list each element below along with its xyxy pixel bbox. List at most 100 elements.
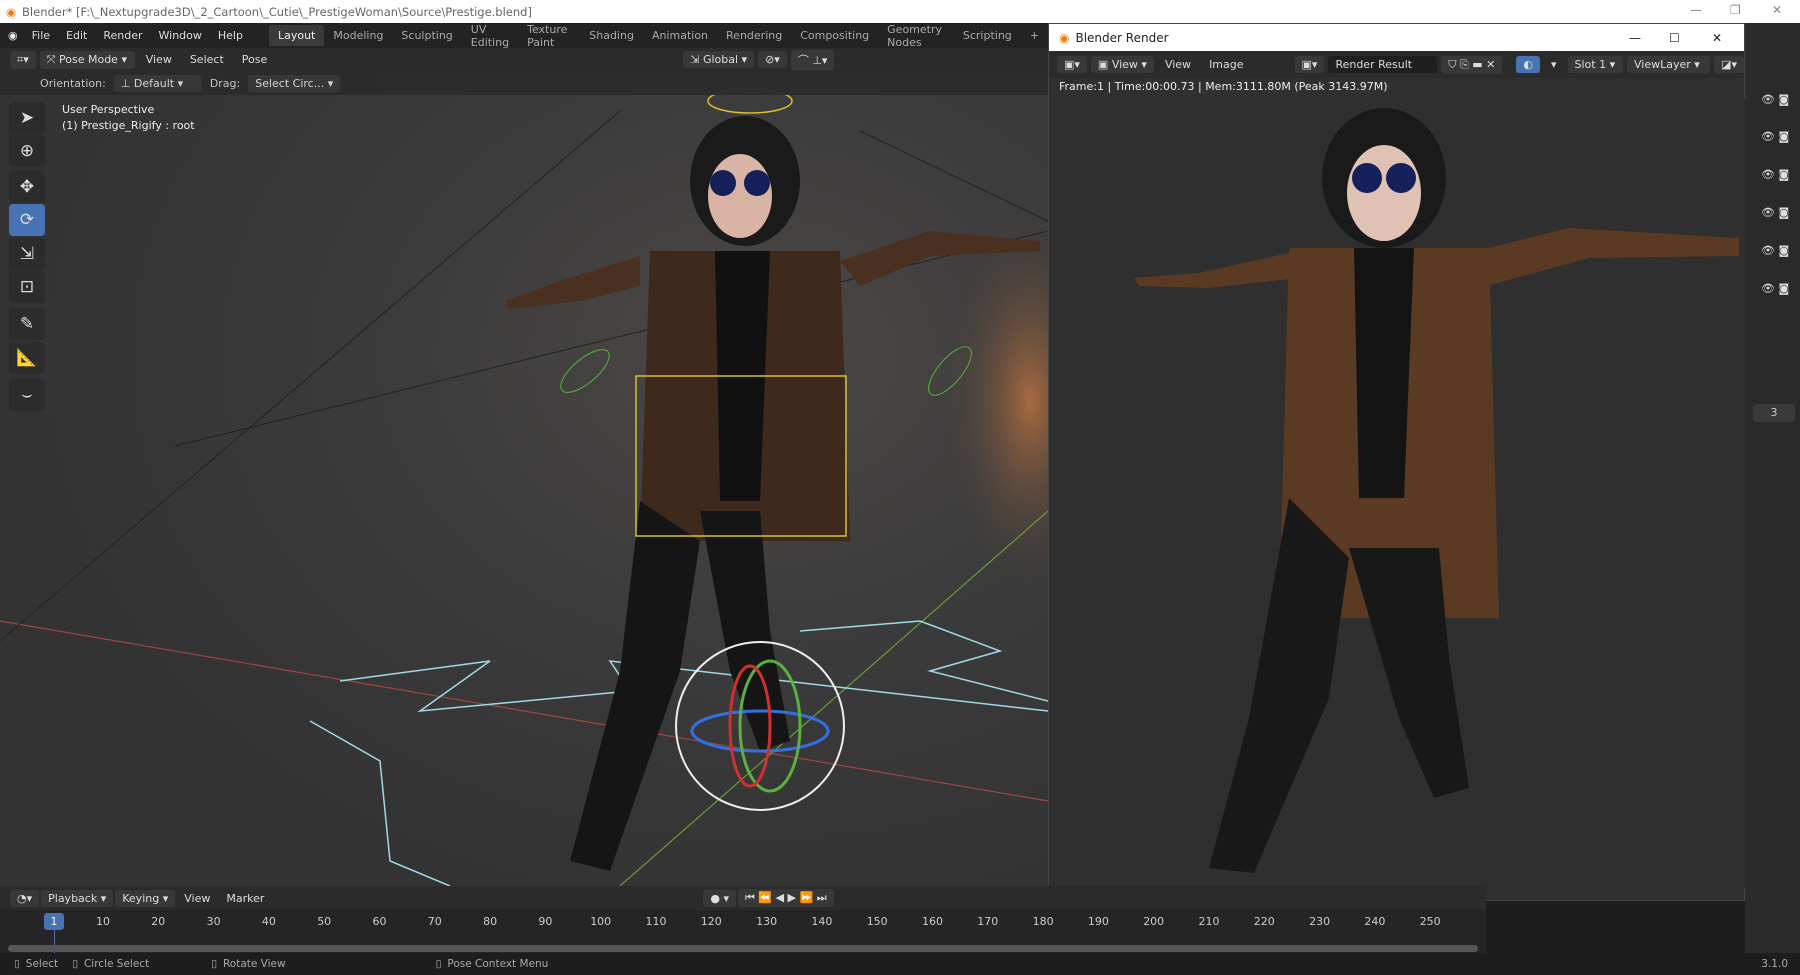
render-result-image[interactable] — [1049, 98, 1746, 888]
tab-rendering[interactable]: Rendering — [717, 25, 791, 46]
outliner-properties-column: 👁 ◙ 👁 ◙ 👁 ◙ 👁 ◙ 👁 ◙ 👁 ◙ 3 — [1745, 23, 1800, 953]
menu-image[interactable]: Image — [1202, 56, 1250, 73]
tab-modeling[interactable]: Modeling — [324, 25, 392, 46]
status-select: Select — [25, 958, 59, 970]
editor-type-button[interactable]: ◔▾ — [10, 889, 40, 907]
mouse-middle-icon: ▯ — [211, 958, 217, 970]
frame-tick-label: 30 — [206, 915, 221, 928]
restore-button[interactable]: ❐ — [1730, 3, 1741, 17]
playback-controls[interactable]: ⏮ ⏪ ◀ ▶ ⏩ ⏭ — [738, 889, 834, 907]
pivot-icon[interactable]: ⊘▾ — [758, 51, 787, 68]
tab-scripting[interactable]: Scripting — [954, 25, 1021, 46]
timeline-scrollbar[interactable] — [8, 945, 1478, 952]
keying-dropdown[interactable]: Keying ▾ — [115, 889, 176, 907]
mouse-right-icon: ▯ — [435, 958, 442, 970]
frame-tick-label: 200 — [1143, 915, 1165, 928]
status-context-menu: Pose Context Menu — [447, 958, 549, 970]
blender-logo-icon: ◉ — [6, 4, 17, 19]
render-window: ◉ Blender Render — ☐ ✕ ▣▾ ▣ View ▾ View … — [1048, 23, 1746, 901]
view-mode-label: View — [1111, 58, 1138, 71]
timeline[interactable]: 1 10 20 30 40 50 60 70 80 90 100 110 120 130 140 150 16… — [0, 910, 1486, 953]
rotate-icon[interactable]: ⟳ — [9, 204, 45, 236]
editor-type-button[interactable]: ⌗▾ — [10, 50, 36, 69]
visibility-eye-icon[interactable]: 👁 ◙ — [1761, 130, 1789, 143]
orientation-dropdown[interactable]: ⊥ Default ▾ — [113, 74, 202, 92]
render-maximize-button[interactable]: ☐ — [1669, 31, 1680, 45]
frame-tick-label: 140 — [811, 915, 833, 928]
menu-window[interactable]: Window — [151, 29, 210, 42]
menu-render[interactable]: Render — [95, 29, 150, 42]
select-box-icon[interactable]: ➤ — [9, 102, 45, 134]
image-actions[interactable]: ⛉ ⎘ ▬ ✕ — [1441, 55, 1503, 74]
snap-icon[interactable]: ⌒ ⊥▾ — [790, 49, 835, 70]
frame-tick-label: 60 — [372, 915, 387, 928]
menu-select[interactable]: Select — [183, 51, 231, 68]
tab-layout[interactable]: Layout — [268, 25, 325, 46]
frame-tick-label: 120 — [700, 915, 722, 928]
menu-help[interactable]: Help — [210, 29, 251, 42]
close-button[interactable]: ✕ — [1772, 3, 1782, 17]
tab-compositing[interactable]: Compositing — [791, 25, 878, 46]
add-workspace-button[interactable]: + — [1021, 25, 1048, 46]
frame-tick-label: 160 — [922, 915, 943, 928]
annotate-icon[interactable]: ✎ — [9, 308, 45, 340]
visibility-eye-icon[interactable]: 👁 ◙ — [1761, 168, 1789, 181]
record-button[interactable]: ● ▾ — [703, 889, 736, 907]
3d-viewport[interactable]: User Perspective (1) Prestige_Rigify : r… — [0, 71, 1048, 886]
measure-icon[interactable]: 📐 — [9, 342, 45, 374]
mode-dropdown[interactable]: ⤧ Pose Mode ▾ — [39, 50, 135, 69]
view-mode-dropdown[interactable]: ▣ View ▾ — [1090, 56, 1154, 73]
tab-sculpting[interactable]: Sculpting — [392, 25, 461, 46]
image-browse-button[interactable]: ▣▾ — [1294, 56, 1325, 73]
minimize-button[interactable]: — — [1690, 3, 1702, 17]
frame-tick-label: 190 — [1087, 915, 1109, 928]
frame-tick-label: 170 — [977, 915, 999, 928]
cursor-icon[interactable]: ⊕ — [9, 135, 45, 167]
image-name-field[interactable]: Render Result — [1328, 56, 1438, 73]
menu-view[interactable]: View — [1158, 56, 1198, 73]
viewport-header: ⌗▾ ⤧ Pose Mode ▾ View Select Pose ⇲ Glob… — [0, 48, 1048, 71]
transform-orientation-dropdown[interactable]: ⇲ Global ▾ — [683, 51, 755, 68]
image-editor-header: ▣▾ ▣ View ▾ View Image ▣▾ Render Result … — [1049, 51, 1745, 78]
frame-tick-label: 90 — [538, 915, 553, 928]
viewlayer-label: ViewLayer — [1633, 58, 1691, 71]
visibility-eye-icon[interactable]: 👁 ◙ — [1761, 206, 1789, 219]
editor-type-button[interactable]: ▣▾ — [1057, 56, 1087, 73]
current-frame-indicator[interactable]: 1 — [44, 913, 64, 930]
render-close-button[interactable]: ✕ — [1712, 31, 1722, 45]
value-field[interactable]: 3 — [1753, 404, 1795, 422]
status-circle-select: Circle Select — [83, 958, 150, 970]
render-minimize-button[interactable]: — — [1629, 31, 1641, 45]
blender-menu-icon[interactable]: ◉ — [8, 29, 18, 42]
frame-tick-label: 250 — [1419, 915, 1441, 928]
playback-dropdown[interactable]: Playback ▾ — [41, 889, 114, 907]
frame-tick-label: 80 — [483, 915, 498, 928]
drag-value: Select Circ... — [255, 76, 325, 90]
drag-dropdown[interactable]: Select Circ... ▾ — [248, 74, 341, 92]
mode-label: Pose Mode — [59, 52, 118, 66]
scale-icon[interactable]: ⇲ — [9, 238, 45, 270]
render-layer-icon[interactable]: ◐ — [1516, 56, 1540, 73]
display-channels-icon[interactable]: ◪▾ — [1714, 56, 1745, 73]
tab-animation[interactable]: Animation — [643, 25, 717, 46]
curve-icon[interactable]: ⌣ — [9, 379, 45, 411]
viewlayer-dropdown[interactable]: ViewLayer ▾ — [1626, 56, 1711, 73]
visibility-eye-icon[interactable]: 👁 ◙ — [1761, 282, 1789, 295]
visibility-eye-icon[interactable]: 👁 ◙ — [1761, 244, 1789, 257]
frame-tick-label: 40 — [261, 915, 276, 928]
menu-marker[interactable]: Marker — [219, 890, 271, 907]
menu-view[interactable]: View — [139, 51, 179, 68]
frame-tick-label: 50 — [317, 915, 332, 928]
menu-view[interactable]: View — [177, 890, 217, 907]
visibility-eye-icon[interactable]: 👁 ◙ — [1761, 93, 1789, 106]
move-icon[interactable]: ✥ — [9, 171, 45, 203]
slot-label: Slot 1 — [1574, 58, 1607, 71]
frame-tick-label: 100 — [590, 915, 612, 928]
tab-shading[interactable]: Shading — [580, 25, 643, 46]
menu-file[interactable]: File — [24, 29, 58, 42]
orientation-value: Default — [133, 76, 175, 90]
menu-edit[interactable]: Edit — [58, 29, 95, 42]
menu-pose[interactable]: Pose — [235, 51, 274, 68]
transform-icon[interactable]: ⊡ — [9, 271, 45, 303]
slot-dropdown[interactable]: Slot 1 ▾ — [1567, 56, 1623, 73]
